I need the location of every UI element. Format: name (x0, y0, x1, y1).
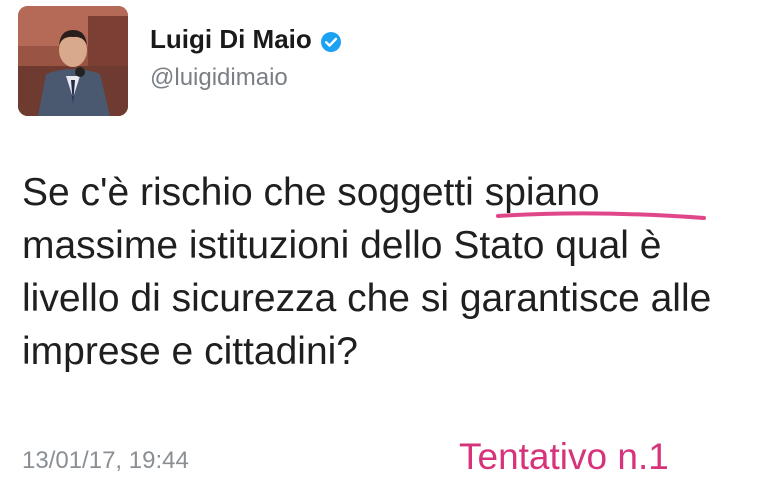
tweet-line-4: imprese e cittadini? (22, 330, 358, 373)
tweet-timestamp[interactable]: 13/01/17, 19:44 (22, 447, 189, 475)
user-handle[interactable]: @luigidimaio (150, 64, 288, 92)
display-name[interactable]: Luigi Di Maio (150, 24, 342, 55)
tweet-line-3: livello di sicurezza che si garantisce a… (22, 277, 712, 320)
profile-photo (18, 6, 128, 116)
tweet-text: Se c'è rischio che soggetti spiano massi… (22, 166, 772, 378)
tweet-line-1-start: Se c'è rischio che soggetti (22, 171, 485, 214)
tweet-line-2: massime istituzioni dello Stato qual è (22, 224, 662, 267)
annotation-label: Tentativo n.1 (459, 436, 669, 477)
display-name-text: Luigi Di Maio (150, 24, 312, 54)
avatar[interactable] (18, 6, 128, 116)
verified-badge-icon (320, 29, 342, 52)
highlight-underline-mark (496, 211, 706, 220)
